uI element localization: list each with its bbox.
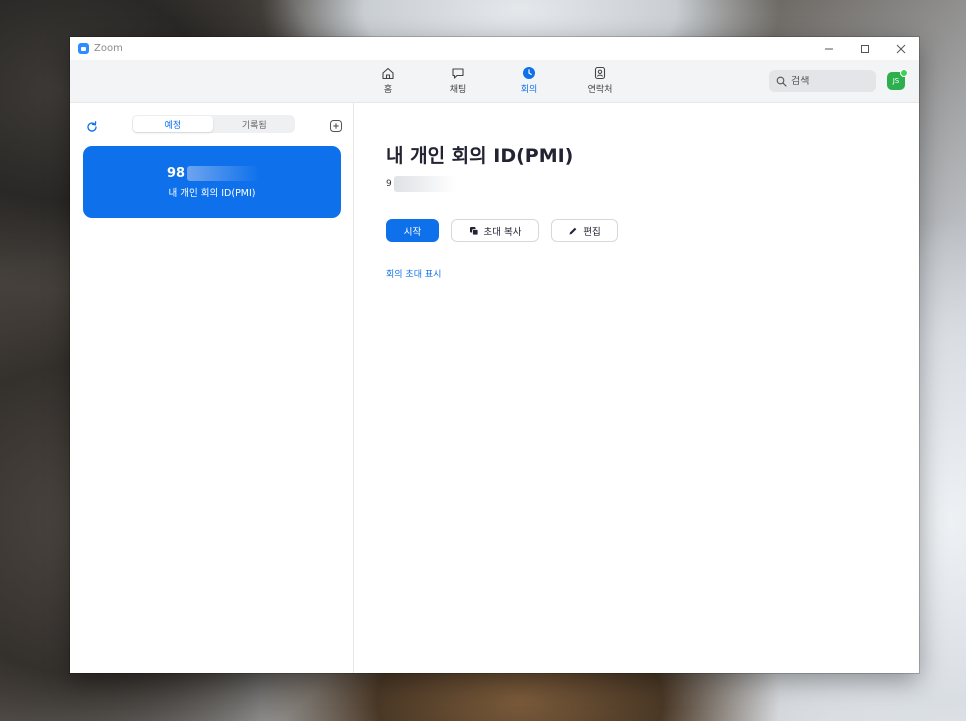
add-meeting-button[interactable]	[329, 118, 343, 132]
right-panel: 내 개인 회의 ID(PMI) 9 시작 초대 복사 편집 회의 초대 표시	[354, 103, 919, 673]
window-controls	[811, 37, 919, 60]
avatar[interactable]: JS	[887, 69, 908, 90]
meeting-card-pmi[interactable]: 98 내 개인 회의 ID(PMI)	[83, 146, 341, 218]
redaction-blur	[187, 166, 260, 181]
redaction-blur	[393, 176, 456, 192]
clock-icon	[522, 65, 536, 81]
minimize-button[interactable]	[811, 37, 847, 60]
copy-icon	[469, 226, 479, 236]
show-invite-link[interactable]: 회의 초대 표시	[386, 267, 441, 280]
title-bar: Zoom	[70, 37, 919, 60]
left-panel: 예정 기록됨 98 내 개인 회의 ID(PMI)	[70, 103, 354, 673]
maximize-icon	[861, 44, 869, 53]
search-box[interactable]	[769, 70, 876, 92]
nav-contacts[interactable]: 연락처	[570, 65, 630, 99]
pencil-icon	[568, 226, 578, 236]
close-button[interactable]	[883, 37, 919, 60]
home-icon	[381, 65, 395, 81]
zoom-window: Zoom 홈 채팅 회의 연락처 검색 JS 예정 기록됨 98 내 개인 회의…	[70, 37, 919, 673]
maximize-button[interactable]	[847, 37, 883, 60]
refresh-icon	[87, 121, 97, 132]
presence-indicator	[900, 69, 908, 77]
nav-chat[interactable]: 채팅	[428, 65, 488, 99]
tab-recorded[interactable]: 기록됨	[215, 116, 295, 132]
edit-button[interactable]: 편집	[551, 219, 618, 242]
meeting-card-id-text: 98	[167, 166, 186, 181]
chat-icon	[451, 65, 465, 81]
search-icon	[776, 76, 787, 87]
plus-icon	[330, 120, 342, 132]
minimize-icon	[825, 48, 833, 49]
start-button[interactable]: 시작	[386, 219, 439, 242]
meeting-card-name: 내 개인 회의 ID(PMI)	[168, 188, 256, 199]
search-input[interactable]	[791, 75, 871, 87]
tab-upcoming[interactable]: 예정	[133, 116, 213, 132]
edit-label: 편집	[583, 226, 601, 238]
top-navigation: 홈 채팅 회의 연락처 JS	[70, 60, 919, 103]
refresh-button[interactable]	[85, 119, 99, 133]
window-title: Zoom	[94, 43, 123, 54]
avatar-initials: JS	[892, 77, 900, 85]
pmi-number: 9	[386, 176, 456, 192]
pmi-number-text: 9	[386, 179, 392, 189]
meeting-tabs: 예정 기록됨	[132, 115, 295, 133]
copy-invite-button[interactable]: 초대 복사	[451, 219, 539, 242]
zoom-logo-icon	[78, 43, 89, 54]
page-title: 내 개인 회의 ID(PMI)	[386, 145, 574, 167]
nav-meetings[interactable]: 회의	[499, 65, 559, 99]
nav-chat-label: 채팅	[449, 85, 467, 95]
nav-home[interactable]: 홈	[358, 65, 418, 99]
contacts-icon	[593, 65, 607, 81]
close-icon	[896, 44, 906, 53]
nav-home-label: 홈	[383, 85, 393, 95]
meeting-card-id: 98	[167, 166, 260, 181]
nav-meetings-label: 회의	[520, 85, 538, 95]
copy-invite-label: 초대 복사	[483, 226, 522, 238]
nav-contacts-label: 연락처	[587, 85, 613, 95]
